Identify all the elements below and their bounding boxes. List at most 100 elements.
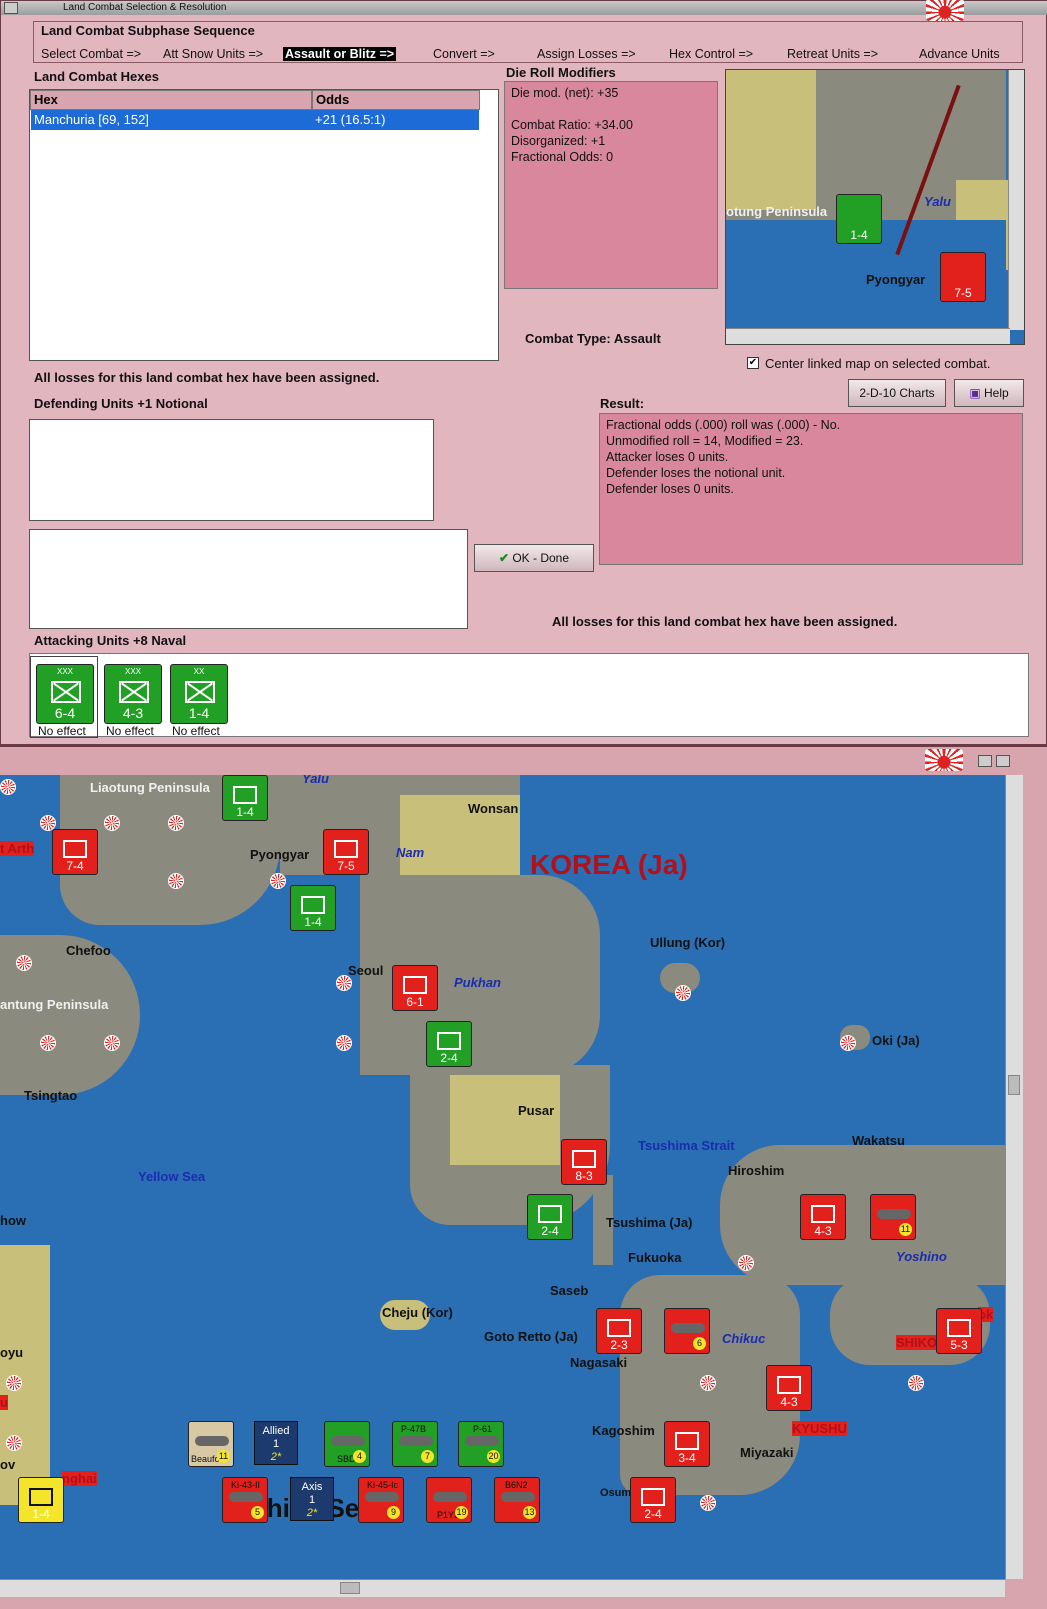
modifier-line: Die mod. (net): +35	[511, 86, 619, 100]
mini-unit-red[interactable]: 7-5	[940, 252, 986, 302]
combat-panel: Land Combat Selection & Resolution Land …	[0, 0, 1047, 745]
column-odds[interactable]: Odds	[312, 90, 480, 110]
menu-icon[interactable]	[4, 2, 18, 14]
defending-units-box[interactable]	[29, 419, 434, 521]
air-unit-a5[interactable]: Ki-43-II 5	[222, 1477, 268, 1523]
sequence-title: Land Combat Subphase Sequence	[41, 23, 255, 38]
attacker-unit-2[interactable]: XXX 4-3	[104, 664, 162, 724]
map-hscroll[interactable]	[0, 1579, 1005, 1597]
linked-mini-map[interactable]: otung Peninsula Yalu Pyongyar 1-4 7-5	[725, 69, 1025, 345]
map-unit-u2[interactable]: 7-4	[52, 829, 98, 875]
attacking-units-strip: XXX 6-4 No effect XXX 4-3 No effect XX 1…	[29, 653, 1029, 738]
map-unit-u6[interactable]: 2-4	[426, 1021, 472, 1067]
roundel-icon	[104, 815, 120, 831]
row-odds: +21 (16.5:1)	[315, 112, 386, 127]
modifiers-label: Die Roll Modifiers	[506, 65, 616, 80]
air-unit-a4[interactable]: P-61 20	[458, 1421, 504, 1467]
ok-done-button[interactable]: ✔ OK - Done	[474, 544, 594, 572]
map-label: oyu	[0, 1345, 24, 1360]
mini-map-hscroll[interactable]	[726, 328, 1010, 344]
allied-stack-box[interactable]: Allied 1 2*	[254, 1421, 298, 1465]
map-vscroll-thumb[interactable]	[1008, 1075, 1020, 1095]
map-unit-u12[interactable]: 4-3	[766, 1365, 812, 1411]
help-label: Help	[984, 386, 1009, 400]
main-map[interactable]: Liaotung Peninsula Yalu Wonsan t Arth Py…	[0, 775, 1005, 1579]
step-advance-units[interactable]: Advance Units	[919, 47, 1000, 61]
plane-icon	[195, 1436, 229, 1446]
air-unit-a6[interactable]: Ki-45-Ic 9	[358, 1477, 404, 1523]
map-hscroll-thumb[interactable]	[340, 1582, 360, 1594]
map-label: nghai	[62, 1471, 97, 1486]
map-unit-u5[interactable]: 6-1	[392, 965, 438, 1011]
step-assault-or-blitz[interactable]: Assault or Blitz =>	[283, 47, 397, 61]
map-label: Yellow Sea	[138, 1169, 206, 1184]
step-retreat-units[interactable]: Retreat Units =>	[787, 47, 878, 61]
air-unit-a3[interactable]: P-47B 7	[392, 1421, 438, 1467]
plane-icon	[399, 1436, 433, 1446]
help-button[interactable]: ▣ Help	[954, 379, 1024, 407]
unit-symbol-icon	[947, 1319, 971, 1337]
air-unit-a8[interactable]: B6N2 13	[494, 1477, 540, 1523]
map-unit-u3[interactable]: 7-5	[323, 829, 369, 875]
restore-icon[interactable]	[978, 755, 992, 767]
map-label: Yoshino	[896, 1249, 947, 1264]
map-unit-u1[interactable]: 1-4	[222, 775, 268, 821]
mini-unit-green[interactable]: 1-4	[836, 194, 882, 244]
column-hex[interactable]: Hex	[30, 90, 312, 110]
axis-stack-box[interactable]: Axis 1 2*	[290, 1477, 334, 1521]
roundel-icon	[6, 1375, 22, 1391]
land-area	[450, 1075, 560, 1165]
map-unit-u8[interactable]: 2-4	[527, 1194, 573, 1240]
roundel-icon	[168, 873, 184, 889]
step-convert[interactable]: Convert =>	[433, 47, 495, 61]
unit-symbol-icon	[437, 1032, 461, 1050]
step-assign-losses[interactable]: Assign Losses =>	[537, 47, 636, 61]
unit-symbol-icon	[119, 681, 149, 703]
map-unit-u4[interactable]: 1-4	[290, 885, 336, 931]
map-label: Goto Retto (Ja)	[484, 1329, 578, 1344]
result-line: Fractional odds (.000) roll was (.000) -…	[606, 418, 841, 432]
result-line: Defender loses the notional unit.	[606, 466, 786, 480]
unit-symbol-icon	[301, 896, 325, 914]
center-map-checkbox[interactable]: ✔	[747, 357, 759, 369]
modifier-line: Fractional Odds: 0	[511, 150, 614, 164]
table-row[interactable]: Manchuria [69, 152] +21 (16.5:1)	[31, 110, 479, 130]
maximize-icon[interactable]	[996, 755, 1010, 767]
roundel-icon	[840, 1035, 856, 1051]
attacker-unit-1[interactable]: XXX 6-4	[36, 664, 94, 724]
map-unit-u11[interactable]: 5-3	[936, 1308, 982, 1354]
attacker-unit-3[interactable]: XX 1-4	[170, 664, 228, 724]
map-unit-u13[interactable]: 3-4	[664, 1421, 710, 1467]
unit-symbol-icon	[185, 681, 215, 703]
map-unit-u10[interactable]: 2-3	[596, 1308, 642, 1354]
step-select-combat[interactable]: Select Combat =>	[41, 47, 141, 61]
window-title: Land Combat Selection & Resolution	[63, 2, 227, 13]
air-unit-a10[interactable]: 11	[870, 1194, 916, 1240]
map-unit-u9[interactable]: 4-3	[800, 1194, 846, 1240]
step-hex-control[interactable]: Hex Control =>	[669, 47, 753, 61]
map-unit-u15[interactable]: 1-4	[18, 1477, 64, 1523]
map-vscroll[interactable]	[1005, 775, 1023, 1579]
roundel-icon	[908, 1375, 924, 1391]
result-line: Attacker loses 0 units.	[606, 450, 729, 464]
charts-button[interactable]: 2-D-10 Charts	[848, 379, 946, 407]
air-unit-a7[interactable]: P1Y2 19	[426, 1477, 472, 1523]
map-unit-u7[interactable]: 8-3	[561, 1139, 607, 1185]
map-label: t Arth	[0, 841, 35, 856]
air-unit-a1[interactable]: Beaufort 11	[188, 1421, 234, 1467]
map-label: Pukhan	[454, 975, 501, 990]
plane-icon	[501, 1492, 535, 1502]
center-map-label: Center linked map on selected combat.	[765, 356, 991, 371]
roundel-icon	[336, 975, 352, 991]
air-unit-a2[interactable]: SBD-3 4	[324, 1421, 370, 1467]
plane-icon	[229, 1492, 263, 1502]
map-label: ov	[0, 1457, 16, 1472]
mini-map-vscroll[interactable]	[1008, 70, 1024, 330]
unit-detail-box[interactable]	[29, 529, 468, 629]
air-unit-a9[interactable]: 6	[664, 1308, 710, 1354]
map-unit-u14[interactable]: 2-4	[630, 1477, 676, 1523]
modifier-line	[511, 101, 711, 117]
step-att-snow-units[interactable]: Att Snow Units =>	[163, 47, 263, 61]
map-label: Fukuoka	[628, 1250, 682, 1265]
result-line: Unmodified roll = 14, Modified = 23.	[606, 434, 804, 448]
